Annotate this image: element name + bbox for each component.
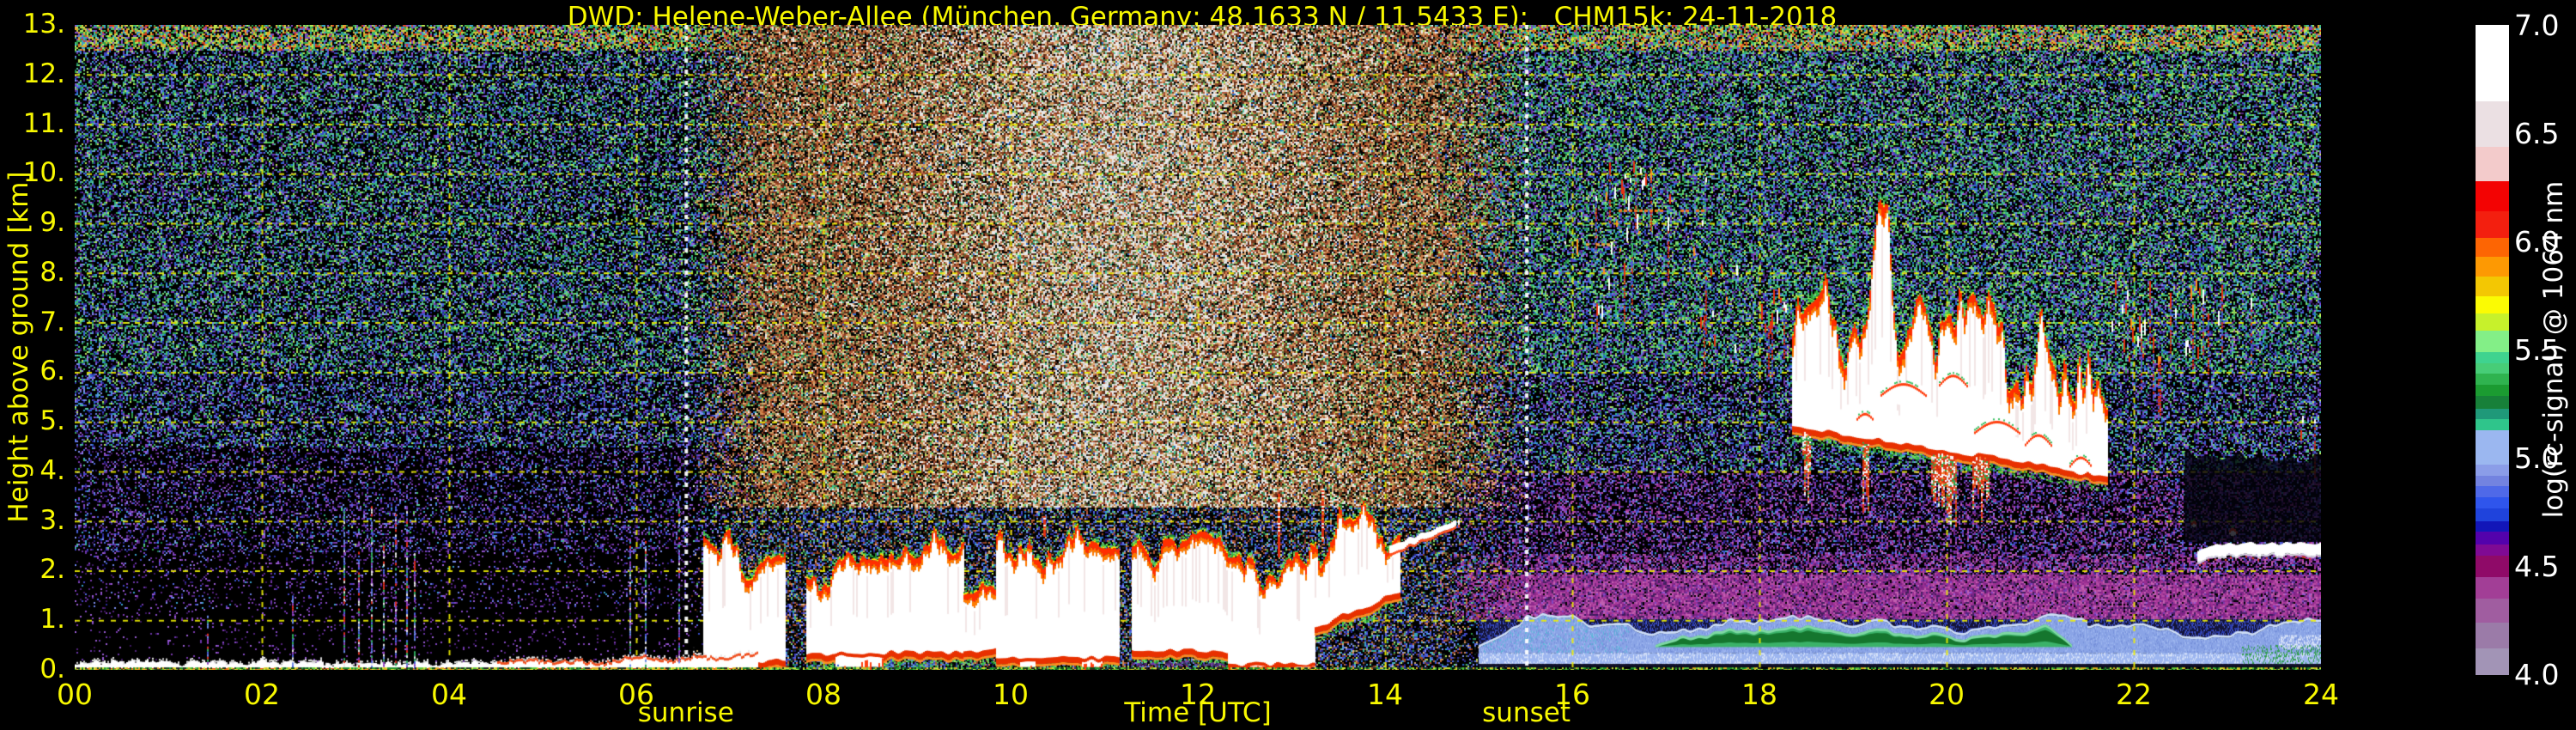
colorbar-segment-23 bbox=[2476, 295, 2509, 313]
x-tick-20: 20 bbox=[1899, 678, 1994, 711]
x-tick-24: 24 bbox=[2274, 678, 2368, 711]
colorbar-tick-4.5: 4.5 bbox=[2514, 550, 2576, 583]
y-tick-8: 8. bbox=[0, 257, 65, 291]
colorbar-tick-7.0: 7.0 bbox=[2514, 9, 2576, 42]
colorbar-segment-3 bbox=[2476, 577, 2509, 599]
colorbar-segment-9 bbox=[2476, 496, 2509, 508]
heatmap-canvas bbox=[75, 25, 2321, 670]
colorbar-segment-30 bbox=[2476, 100, 2509, 147]
colorbar-tick-6.5: 6.5 bbox=[2514, 117, 2576, 150]
colorbar-segment-31 bbox=[2476, 25, 2509, 101]
colorbar-segment-1 bbox=[2476, 623, 2509, 649]
y-tick-6: 6. bbox=[0, 356, 65, 390]
colorbar-segment-14 bbox=[2476, 419, 2509, 430]
colorbar-segment-28 bbox=[2476, 180, 2509, 211]
colorbar-segment-29 bbox=[2476, 146, 2509, 181]
y-tick-12: 12. bbox=[0, 58, 65, 93]
colorbar-segment-6 bbox=[2476, 532, 2509, 545]
colorbar-segment-13 bbox=[2476, 429, 2509, 465]
colorbar-segment-11 bbox=[2476, 475, 2509, 486]
colorbar-segment-8 bbox=[2476, 508, 2509, 521]
colorbar-tick-4.0: 4.0 bbox=[2514, 658, 2576, 691]
x-tick-22: 22 bbox=[2087, 678, 2181, 711]
y-tick-10: 10. bbox=[0, 157, 65, 192]
x-tick-18: 18 bbox=[1712, 678, 1807, 711]
colorbar-segment-4 bbox=[2476, 555, 2509, 577]
colorbar-segment-2 bbox=[2476, 599, 2509, 623]
y-tick-2: 2. bbox=[0, 554, 65, 588]
colorbar-label: log(rc-signal) @ 1064 nm bbox=[2538, 181, 2569, 519]
colorbar-segment-0 bbox=[2476, 648, 2509, 675]
y-tick-4: 4. bbox=[0, 455, 65, 490]
y-tick-11: 11. bbox=[0, 108, 65, 143]
colorbar-segment-16 bbox=[2476, 395, 2509, 409]
colorbar-segment-19 bbox=[2476, 362, 2509, 374]
x-axis-label: Time [UTC] bbox=[1026, 697, 1370, 728]
colorbar-segment-10 bbox=[2476, 486, 2509, 497]
colorbar-segment-5 bbox=[2476, 544, 2509, 556]
colorbar-segment-15 bbox=[2476, 408, 2509, 419]
colorbar-segment-22 bbox=[2476, 313, 2509, 331]
y-tick-5: 5. bbox=[0, 405, 65, 440]
colorbar-segment-25 bbox=[2476, 257, 2509, 277]
colorbar-segment-21 bbox=[2476, 330, 2509, 352]
x-tick-04: 04 bbox=[402, 678, 496, 711]
x-tick-00: 00 bbox=[27, 678, 122, 711]
y-tick-3: 3. bbox=[0, 505, 65, 539]
y-tick-9: 9. bbox=[0, 207, 65, 241]
colorbar-segment-27 bbox=[2476, 211, 2509, 238]
sunrise-annotation: sunrise bbox=[557, 697, 815, 728]
colorbar-segment-26 bbox=[2476, 237, 2509, 257]
colorbar-segment-20 bbox=[2476, 352, 2509, 363]
x-tick-02: 02 bbox=[215, 678, 309, 711]
y-tick-13: 13. bbox=[0, 9, 65, 43]
colorbar-segment-12 bbox=[2476, 465, 2509, 476]
colorbar-segment-24 bbox=[2476, 276, 2509, 295]
y-tick-1: 1. bbox=[0, 604, 65, 638]
sunset-annotation: sunset bbox=[1398, 697, 1656, 728]
colorbar-segment-7 bbox=[2476, 520, 2509, 532]
colorbar-segment-18 bbox=[2476, 374, 2509, 385]
colorbar-segment-17 bbox=[2476, 384, 2509, 395]
colorbar bbox=[2476, 25, 2509, 674]
ceilometer-quicklook: DWD: Helene-Weber-Allee (München, German… bbox=[0, 0, 2576, 730]
y-tick-7: 7. bbox=[0, 307, 65, 341]
